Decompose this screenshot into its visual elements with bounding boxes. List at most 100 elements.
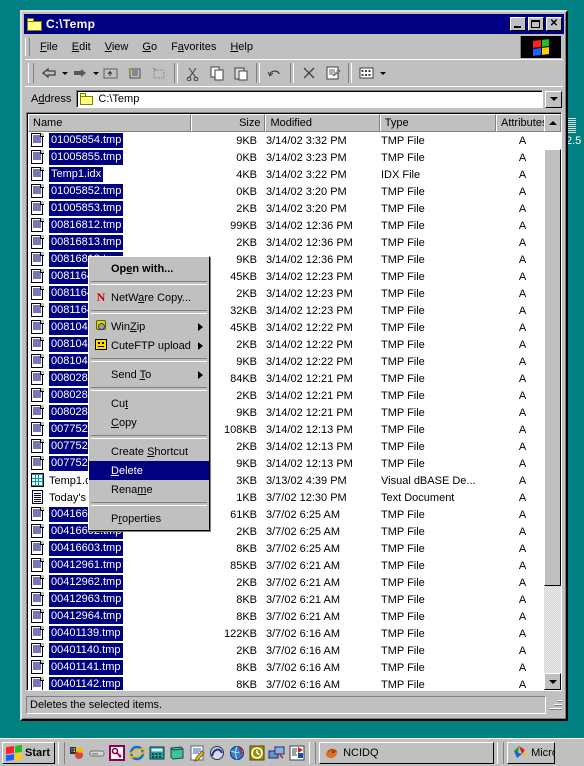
- cell-type: TMP File: [381, 134, 425, 147]
- network-neighborhood-icon[interactable]: [268, 744, 286, 762]
- context-menu-item[interactable]: Delete: [89, 461, 209, 480]
- column-header-type[interactable]: Type: [379, 114, 496, 132]
- context-menu-item[interactable]: WinZip: [89, 317, 209, 336]
- table-row[interactable]: 01005855.tmp 0KB 3/14/02 3:23 PM TMP File A: [28, 149, 544, 166]
- back-button[interactable]: [37, 62, 61, 84]
- table-row[interactable]: 00416603.tmp 8KB 3/7/02 6:25 AM TMP File A: [28, 540, 544, 557]
- taskbar-button-microsoft[interactable]: Micros: [507, 741, 556, 764]
- submenu-arrow-icon: [198, 370, 203, 379]
- menu-view[interactable]: View: [98, 39, 136, 55]
- tmp-file-icon: [30, 541, 46, 556]
- tmp-file-icon: [30, 507, 46, 522]
- internet-explorer-icon[interactable]: [128, 744, 146, 762]
- powerpoint-icon[interactable]: [288, 744, 306, 762]
- context-menu-item-icon: [91, 414, 111, 431]
- context-menu-separator: [91, 435, 207, 439]
- paste-button[interactable]: [229, 62, 253, 84]
- netscape-icon[interactable]: [208, 744, 226, 762]
- disconnect-network-drive-button[interactable]: [147, 62, 171, 84]
- scroll-down-button[interactable]: [544, 673, 561, 690]
- maximize-button[interactable]: [528, 17, 544, 31]
- table-row[interactable]: 00412961.tmp 85KB 3/7/02 6:21 AM TMP File A: [28, 557, 544, 574]
- title-bar[interactable]: C:\Temp ✕: [24, 14, 564, 34]
- cell-size: 8KB: [236, 593, 257, 606]
- calculator-icon[interactable]: [148, 744, 166, 762]
- context-menu-item[interactable]: Create Shortcut: [89, 442, 209, 461]
- copy-button[interactable]: [205, 62, 229, 84]
- map-network-drive-button[interactable]: [123, 62, 147, 84]
- context-menu-item[interactable]: CuteFTP upload: [89, 336, 209, 355]
- wordpad-icon[interactable]: [188, 744, 206, 762]
- column-header-size[interactable]: Size: [190, 114, 266, 132]
- chevron-up-icon: [548, 121, 557, 125]
- resize-grip[interactable]: [548, 698, 562, 712]
- notes-icon[interactable]: [168, 744, 186, 762]
- table-row[interactable]: 01005854.tmp 9KB 3/14/02 3:32 PM TMP File A: [28, 132, 544, 149]
- table-row[interactable]: 00401142.tmp 8KB 3/7/02 6:16 AM TMP File A: [28, 676, 544, 690]
- table-row[interactable]: 00412963.tmp 8KB 3/7/02 6:21 AM TMP File A: [28, 591, 544, 608]
- context-menu-item[interactable]: Open with...: [89, 259, 209, 278]
- clock-icon[interactable]: [248, 744, 266, 762]
- menu-file[interactable]: File: [33, 39, 65, 55]
- address-dropdown-button[interactable]: [545, 90, 562, 108]
- table-row[interactable]: 00401140.tmp 2KB 3/7/02 6:16 AM TMP File A: [28, 642, 544, 659]
- cell-name: Temp1.idx: [28, 167, 188, 182]
- cell-type: TMP File: [381, 355, 425, 368]
- table-row[interactable]: 00816813.tmp 2KB 3/14/02 12:36 PM TMP File A: [28, 234, 544, 251]
- minimize-button[interactable]: [510, 17, 526, 31]
- cell-type: TMP File: [381, 253, 425, 266]
- delete-button[interactable]: [297, 62, 321, 84]
- menu-grip[interactable]: [25, 38, 30, 56]
- cell-attributes: A: [518, 389, 527, 402]
- context-menu-item[interactable]: Cut: [89, 394, 209, 413]
- context-menu-item[interactable]: Properties: [89, 509, 209, 528]
- column-header-attributes[interactable]: Attributes: [495, 114, 551, 132]
- menu-go[interactable]: Go: [135, 39, 164, 55]
- context-menu-item[interactable]: N NetWare Copy...: [89, 288, 209, 307]
- tmp-file-icon: [30, 286, 46, 301]
- forward-button[interactable]: [68, 62, 92, 84]
- globe-icon[interactable]: [228, 744, 246, 762]
- desktop-artifact-text: 2.5: [566, 135, 582, 147]
- table-row[interactable]: 00412964.tmp 8KB 3/7/02 6:21 AM TMP File A: [28, 608, 544, 625]
- scroll-up-button[interactable]: [544, 114, 561, 132]
- table-row[interactable]: Temp1.idx 4KB 3/14/02 3:22 PM IDX File A: [28, 166, 544, 183]
- column-header-name[interactable]: Name: [28, 114, 191, 132]
- context-menu-item-icon: [91, 462, 111, 479]
- paint-icon[interactable]: [68, 744, 86, 762]
- taskbar-button-ncidq[interactable]: NCIDQ: [319, 741, 495, 764]
- context-menu-item[interactable]: Rename: [89, 480, 209, 499]
- table-row[interactable]: 00401139.tmp 122KB 3/7/02 6:16 AM TMP File A: [28, 625, 544, 642]
- menu-help[interactable]: Help: [223, 39, 260, 55]
- context-menu-item-icon: [91, 510, 111, 527]
- up-one-level-button[interactable]: [99, 62, 123, 84]
- toolbar-grip[interactable]: [28, 63, 34, 83]
- views-dropdown-icon[interactable]: [380, 71, 386, 75]
- folder-icon: [80, 93, 94, 105]
- table-row[interactable]: 01005853.tmp 2KB 3/14/02 3:20 PM TMP File A: [28, 200, 544, 217]
- properties-button[interactable]: [321, 62, 345, 84]
- table-row[interactable]: 00816812.tmp 99KB 3/14/02 12:36 PM TMP File…: [28, 217, 544, 234]
- menu-favorites[interactable]: Favorites: [164, 39, 223, 55]
- context-menu-item[interactable]: Copy: [89, 413, 209, 432]
- table-row[interactable]: 01005852.tmp 0KB 3/14/02 3:20 PM TMP File A: [28, 183, 544, 200]
- vertical-scrollbar[interactable]: [544, 132, 561, 690]
- floppy-drive-icon[interactable]: [88, 744, 106, 762]
- cell-modified: 3/14/02 12:21 PM: [266, 389, 353, 402]
- close-button[interactable]: ✕: [546, 17, 562, 31]
- context-menu-item[interactable]: Send To: [89, 365, 209, 384]
- cell-attributes: A: [518, 508, 527, 521]
- table-row[interactable]: 00401141.tmp 8KB 3/7/02 6:16 AM TMP File A: [28, 659, 544, 676]
- scrollbar-thumb[interactable]: [544, 149, 561, 586]
- views-button[interactable]: [355, 62, 379, 84]
- undo-button[interactable]: [263, 62, 287, 84]
- start-button[interactable]: Start: [2, 741, 56, 764]
- cell-type: IDX File: [381, 168, 421, 181]
- column-header-modified[interactable]: Modified: [265, 114, 380, 132]
- table-row[interactable]: 00412962.tmp 2KB 3/7/02 6:21 AM TMP File A: [28, 574, 544, 591]
- cell-attributes: A: [518, 219, 527, 232]
- menu-edit[interactable]: Edit: [65, 39, 98, 55]
- key-icon[interactable]: [108, 744, 126, 762]
- cut-button[interactable]: [181, 62, 205, 84]
- address-input[interactable]: C:\Temp: [76, 90, 543, 108]
